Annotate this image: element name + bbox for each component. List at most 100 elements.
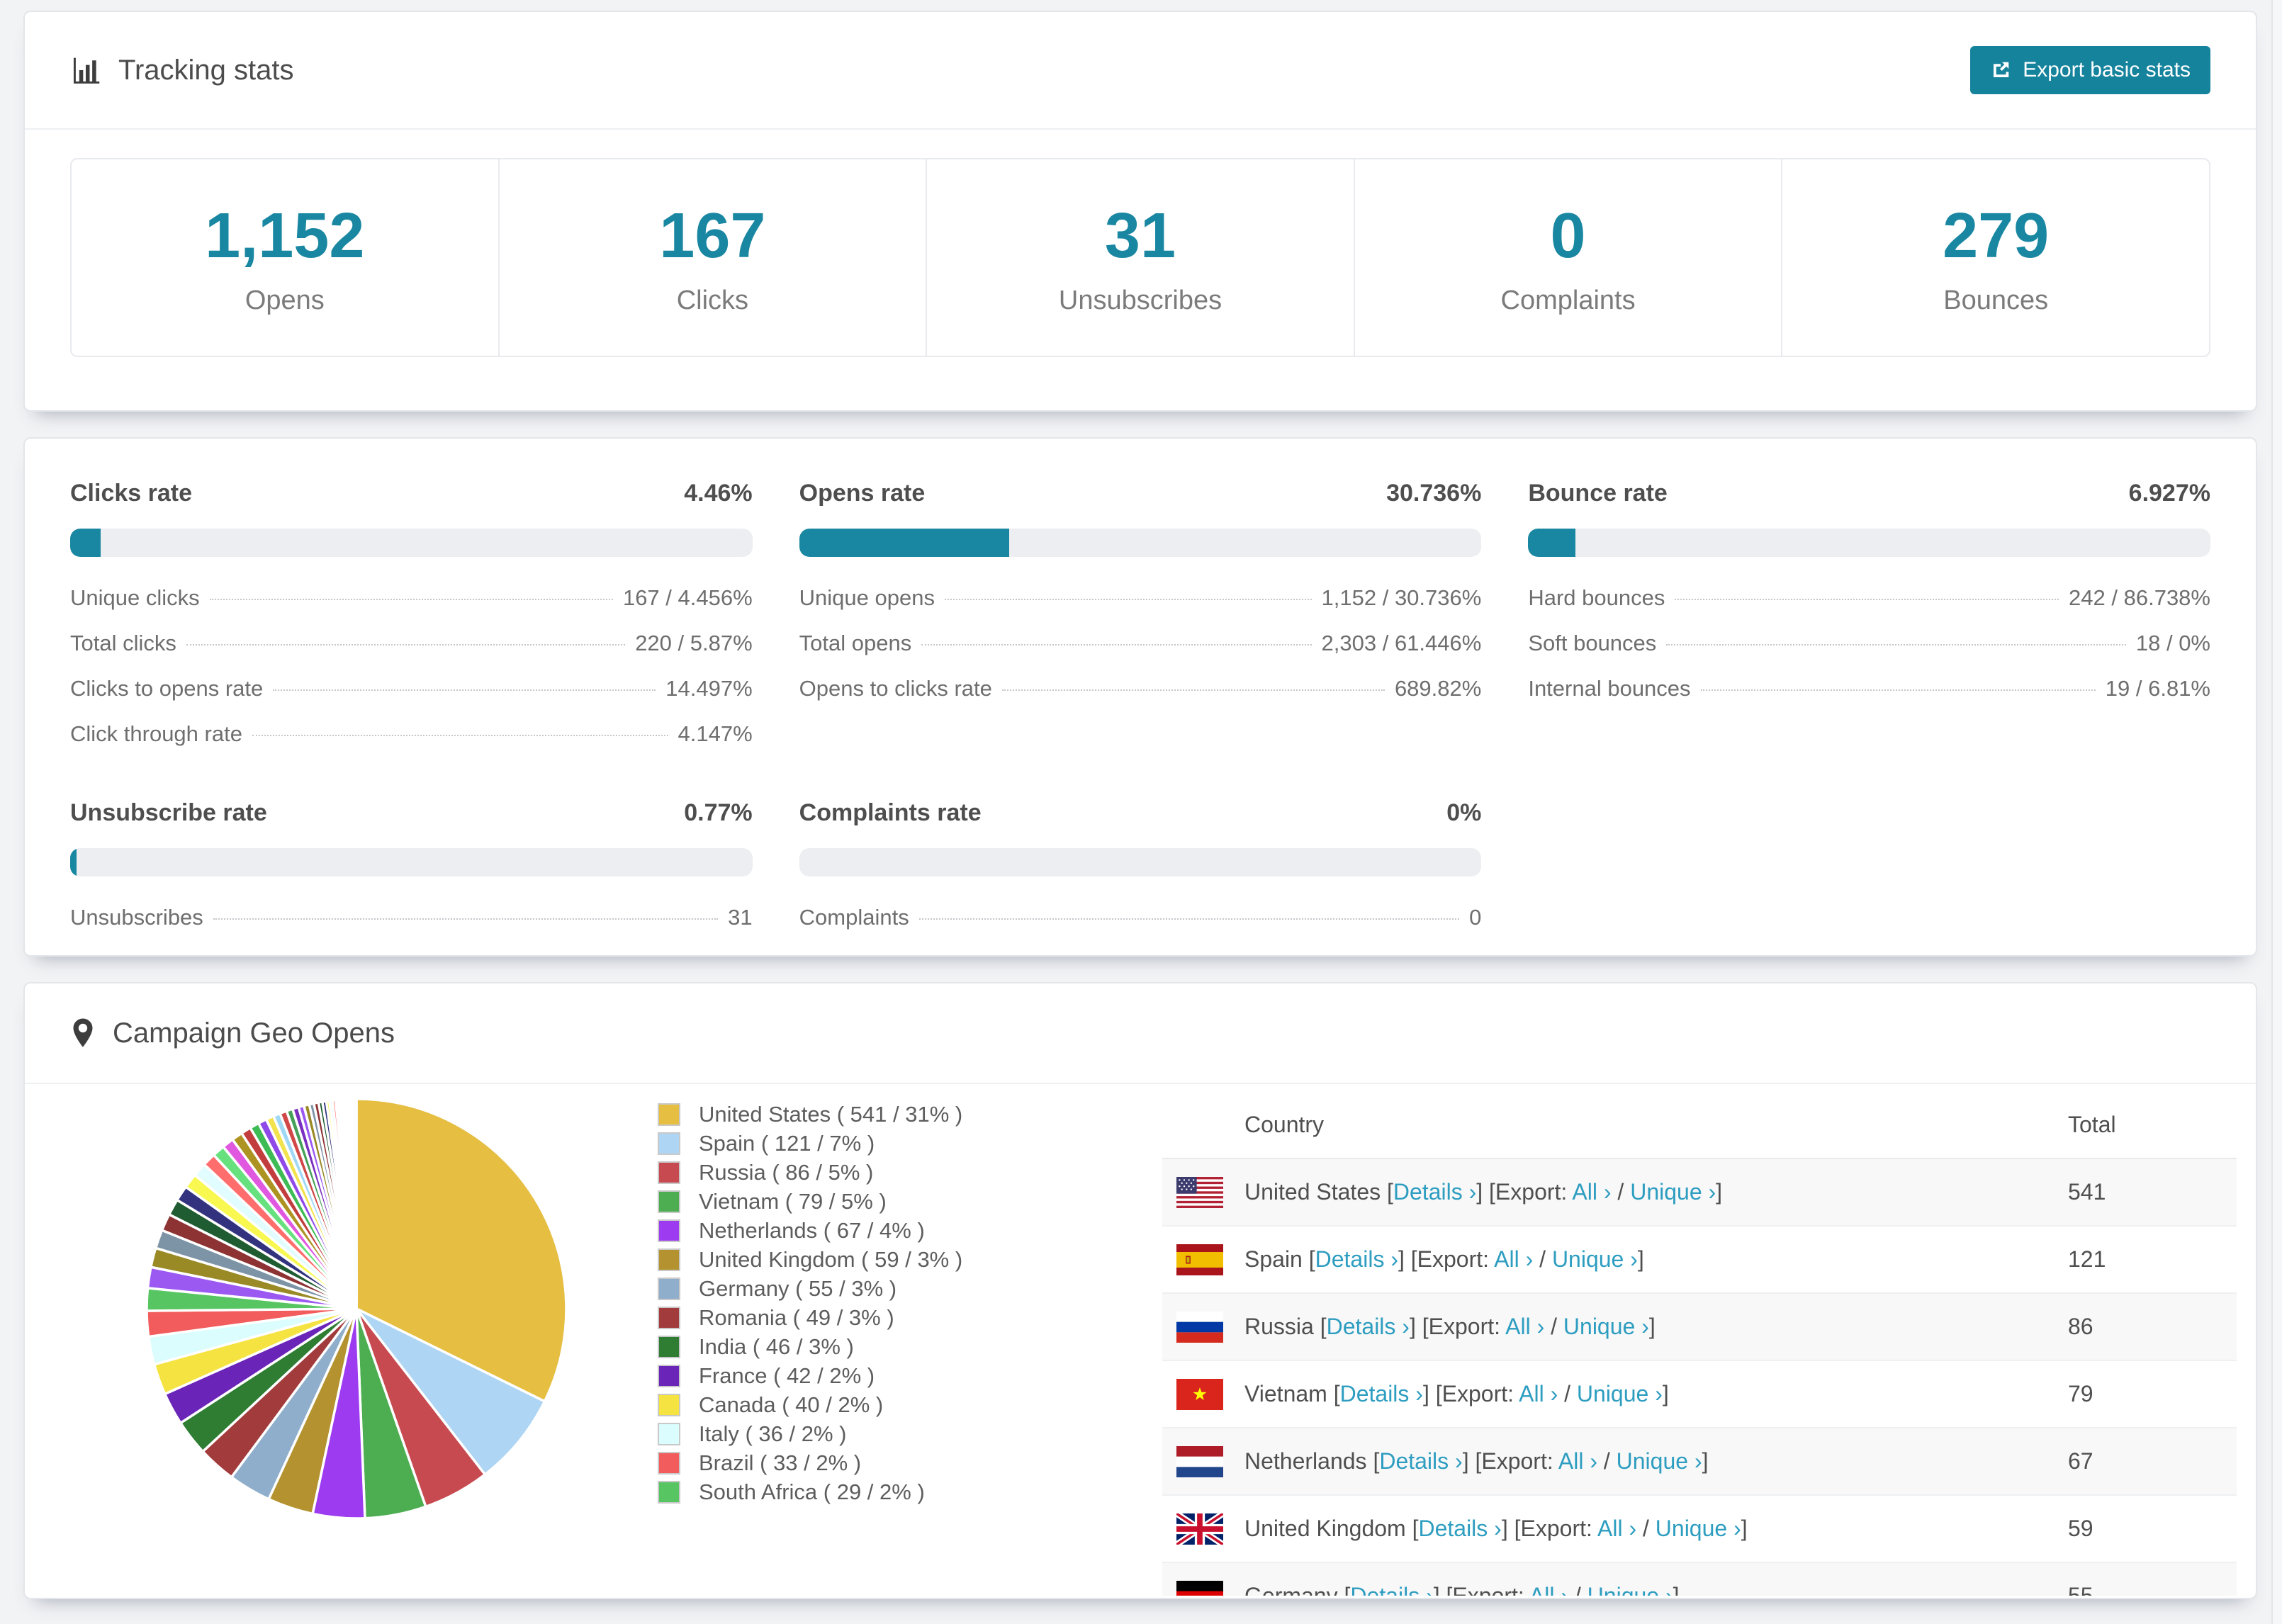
stat-value: 31: [1104, 200, 1176, 271]
legend-label: Canada ( 40 / 2% ): [699, 1392, 884, 1417]
legend-item[interactable]: South Africa ( 29 / 2% ): [658, 1477, 962, 1506]
details-link[interactable]: Details ›: [1379, 1448, 1462, 1474]
rate-head: Unsubscribe rate 0.77%: [70, 799, 753, 827]
legend-label: South Africa ( 29 / 2% ): [699, 1479, 925, 1504]
details-link[interactable]: Details ›: [1393, 1179, 1476, 1205]
rate-progress-track: [70, 848, 753, 876]
country-cell: Spain [Details ›] [Export: All › / Uniqu…: [1176, 1244, 2068, 1275]
rate-progress-track: [799, 529, 1482, 557]
rate-head: Bounce rate 6.927%: [1528, 480, 2210, 507]
pie-legend: United States ( 541 / 31% ) Spain ( 121 …: [658, 1100, 962, 1506]
rate-stat-label: Unique opens: [799, 585, 935, 610]
rate-stat-label: Unique clicks: [70, 585, 200, 610]
export-unique-link[interactable]: Unique ›: [1587, 1583, 1673, 1596]
dotted-leader: [944, 599, 1312, 600]
export-all-link[interactable]: All ›: [1572, 1179, 1611, 1205]
rate-head: Complaints rate 0%: [799, 799, 1482, 827]
rate-stat-value: 167 / 4.456%: [622, 585, 753, 610]
legend-label: India ( 46 / 3% ): [699, 1333, 854, 1359]
export-unique-link[interactable]: Unique ›: [1656, 1516, 1741, 1541]
details-link[interactable]: Details ›: [1340, 1381, 1423, 1406]
export-all-link[interactable]: All ›: [1494, 1246, 1533, 1272]
rate-stat-label: Click through rate: [70, 721, 242, 746]
legend-item[interactable]: Italy ( 36 / 2% ): [658, 1419, 962, 1448]
stat-label: Unsubscribes: [1058, 285, 1222, 315]
rate-value: 4.46%: [684, 480, 753, 507]
geo-title-wrap: Campaign Geo Opens: [70, 1017, 395, 1049]
legend-item[interactable]: Netherlands ( 67 / 4% ): [658, 1216, 962, 1245]
legend-item[interactable]: United States ( 541 / 31% ): [658, 1100, 962, 1129]
legend-swatch: [658, 1306, 680, 1329]
rate-progress-fill: [799, 529, 1009, 557]
country-text: Russia [Details ›] [Export: All › / Uniq…: [1244, 1314, 1656, 1339]
rate-stat-row: Unique opens 1,152 / 30.736%: [799, 585, 1482, 611]
bar-chart-icon: [70, 55, 101, 86]
export-all-link[interactable]: All ›: [1597, 1516, 1636, 1541]
rate-head: Opens rate 30.736%: [799, 480, 1482, 507]
country-text: Spain [Details ›] [Export: All › / Uniqu…: [1244, 1246, 1644, 1272]
geo-table-body: United States [Details ›] [Export: All ›…: [1162, 1159, 2237, 1596]
legend-item[interactable]: Spain ( 121 / 7% ): [658, 1129, 962, 1158]
legend-item[interactable]: France ( 42 / 2% ): [658, 1361, 962, 1390]
rate-progress-fill: [70, 848, 77, 876]
export-all-link[interactable]: All ›: [1505, 1314, 1544, 1339]
legend-item[interactable]: Vietnam ( 79 / 5% ): [658, 1187, 962, 1216]
export-unique-link[interactable]: Unique ›: [1617, 1448, 1702, 1474]
rate-title: Opens rate: [799, 480, 926, 507]
details-link[interactable]: Details ›: [1315, 1246, 1398, 1272]
export-all-link[interactable]: All ›: [1558, 1448, 1597, 1474]
export-all-link[interactable]: All ›: [1519, 1381, 1558, 1406]
rate-stat-row: Soft bounces 18 / 0%: [1528, 631, 2210, 656]
rate-progress-track: [799, 848, 1482, 876]
rate-stat-row: Opens to clicks rate 689.82%: [799, 676, 1482, 701]
country-text: United Kingdom [Details ›] [Export: All …: [1244, 1516, 1748, 1541]
stat-label: Clicks: [676, 285, 749, 315]
legend-label: United Kingdom ( 59 / 3% ): [699, 1246, 963, 1272]
export-icon: [1990, 60, 2011, 81]
vertical-scrollbar[interactable]: [2271, 0, 2282, 1624]
details-link[interactable]: Details ›: [1418, 1516, 1501, 1541]
export-button-label: Export basic stats: [2023, 58, 2191, 81]
country-flag-icon: [1176, 1378, 1223, 1410]
stat-value: 1,152: [205, 200, 365, 271]
legend-item[interactable]: United Kingdom ( 59 / 3% ): [658, 1245, 962, 1274]
legend-item[interactable]: Romania ( 49 / 3% ): [658, 1303, 962, 1332]
total-cell: 59: [2068, 1516, 2093, 1541]
legend-item[interactable]: Canada ( 40 / 2% ): [658, 1390, 962, 1419]
export-unique-link[interactable]: Unique ›: [1563, 1314, 1649, 1339]
export-unique-link[interactable]: Unique ›: [1577, 1381, 1663, 1406]
country-name: Vietnam: [1244, 1381, 1327, 1406]
table-row: Russia [Details ›] [Export: All › / Uniq…: [1162, 1294, 2237, 1361]
country-flag-icon: [1176, 1244, 1223, 1275]
export-unique-link[interactable]: Unique ›: [1552, 1246, 1638, 1272]
table-row: United States [Details ›] [Export: All ›…: [1162, 1159, 2237, 1227]
total-cell: 79: [2068, 1381, 2093, 1406]
country-flag-icon: [1176, 1445, 1223, 1477]
export-basic-stats-button[interactable]: Export basic stats: [1970, 46, 2210, 94]
rate-stat-row: Unique clicks 167 / 4.456%: [70, 585, 753, 611]
total-cell: 55: [2068, 1583, 2093, 1596]
rate-stat-value: 14.497%: [665, 676, 753, 701]
legend-item[interactable]: Brazil ( 33 / 2% ): [658, 1448, 962, 1477]
legend-item[interactable]: Russia ( 86 / 5% ): [658, 1158, 962, 1187]
legend-label: Romania ( 49 / 3% ): [699, 1304, 894, 1330]
map-pin-icon: [70, 1017, 96, 1049]
legend-item[interactable]: India ( 46 / 3% ): [658, 1332, 962, 1361]
country-name: Russia: [1244, 1314, 1314, 1339]
export-unique-link[interactable]: Unique ›: [1630, 1179, 1716, 1205]
rate-head: Clicks rate 4.46%: [70, 480, 753, 507]
country-cell: Germany [Details ›] [Export: All › / Uni…: [1176, 1580, 2068, 1596]
export-all-link[interactable]: All ›: [1529, 1583, 1568, 1596]
legend-swatch: [658, 1277, 680, 1300]
stat-value: 167: [659, 200, 766, 271]
country-flag-icon: [1176, 1176, 1223, 1208]
rate-stat-label: Total opens: [799, 631, 912, 655]
details-link[interactable]: Details ›: [1350, 1583, 1433, 1596]
details-link[interactable]: Details ›: [1327, 1314, 1410, 1339]
legend-item[interactable]: Germany ( 55 / 3% ): [658, 1274, 962, 1303]
legend-swatch: [658, 1480, 680, 1504]
geo-pie-chart[interactable]: [137, 1089, 576, 1528]
stat-box-complaints: 0 Complaints: [1355, 159, 1783, 356]
country-text: Germany [Details ›] [Export: All › / Uni…: [1244, 1583, 1680, 1596]
country-name: United Kingdom: [1244, 1516, 1406, 1541]
